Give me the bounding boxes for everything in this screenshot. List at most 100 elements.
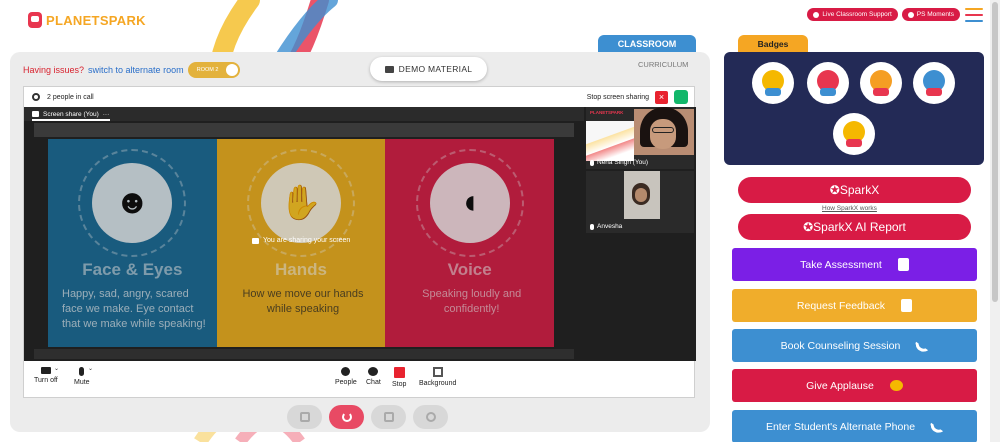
sharing-notice-text: You are sharing your screen bbox=[263, 237, 351, 244]
background-icon bbox=[432, 367, 443, 377]
participant-label: Anvesha bbox=[590, 223, 622, 230]
switch-room-link[interactable]: switch to alternate room bbox=[88, 65, 184, 75]
turn-off-label: Turn off bbox=[34, 377, 58, 384]
alternate-room-notice: Having issues? switch to alternate room … bbox=[23, 62, 240, 78]
request-feedback-button[interactable]: Request Feedback bbox=[732, 289, 977, 322]
screen-share-label: Screen share (You) bbox=[43, 110, 99, 118]
chat-button[interactable]: Chat bbox=[366, 367, 381, 386]
sparkx-icon: ✪ bbox=[803, 220, 814, 234]
participant-face bbox=[635, 188, 647, 202]
palette-icon bbox=[425, 412, 436, 422]
people-button[interactable]: People bbox=[335, 367, 357, 386]
background-logo: PLANETSPARK bbox=[590, 110, 624, 115]
phone-icon bbox=[915, 338, 930, 353]
phone-icon bbox=[930, 419, 944, 434]
tab-curriculum[interactable]: CURRICULUM bbox=[638, 60, 688, 69]
ps-moments-button[interactable]: PS Moments bbox=[901, 8, 960, 21]
live-support-button[interactable]: Live Classroom Support bbox=[807, 8, 898, 21]
planetspark-logo[interactable]: PLANETSPARK bbox=[28, 12, 146, 28]
scrollbar-thumb[interactable] bbox=[992, 2, 998, 302]
sharing-notice: You are sharing your screen bbox=[252, 237, 350, 244]
power-icon bbox=[341, 412, 352, 422]
take-assessment-button[interactable]: Take Assessment bbox=[732, 248, 977, 281]
alternate-phone-button[interactable]: Enter Student's Alternate Phone bbox=[732, 410, 977, 442]
screen-button[interactable] bbox=[371, 405, 406, 429]
book-counseling-button[interactable]: Book Counseling Session bbox=[732, 329, 977, 362]
video-area: Screen share (You) ··· ☻ Face & Eyes Hap… bbox=[24, 107, 696, 361]
toggle-knob bbox=[225, 64, 238, 76]
mute-button[interactable]: Mute ⌄ bbox=[74, 365, 93, 386]
alternate-phone-label: Enter Student's Alternate Phone bbox=[765, 420, 916, 433]
participant-label: Neha Singh (You) bbox=[590, 159, 648, 166]
page-scrollbar[interactable] bbox=[990, 0, 1000, 442]
background-button[interactable]: Background bbox=[419, 367, 456, 387]
request-feedback-label: Request Feedback bbox=[796, 299, 886, 312]
how-sparkx-works-link[interactable]: How SparkX works bbox=[822, 205, 877, 212]
camera-icon bbox=[40, 367, 51, 374]
people-icon bbox=[341, 367, 351, 376]
shared-window-statusbar bbox=[34, 349, 574, 359]
stop-share-button[interactable]: Stop bbox=[392, 367, 406, 388]
room-toggle[interactable]: ROOM 2 bbox=[187, 62, 240, 78]
mic-icon bbox=[590, 223, 594, 230]
badge-base bbox=[926, 88, 942, 96]
chevron-down-icon[interactable]: ⌄ bbox=[54, 365, 59, 372]
stop-sharing-close-button[interactable]: × bbox=[655, 90, 668, 104]
chat-label: Chat bbox=[366, 379, 381, 386]
call-top-bar: 2 people in call Stop screen sharing × bbox=[24, 87, 694, 107]
badge-base bbox=[820, 88, 836, 96]
demo-material-button[interactable]: DEMO MATERIAL bbox=[370, 57, 487, 81]
more-options-icon[interactable]: ··· bbox=[103, 111, 110, 118]
give-applause-button[interactable]: Give Applause bbox=[732, 369, 977, 402]
badges-panel bbox=[724, 52, 984, 165]
issue-text: Having issues? bbox=[23, 65, 85, 75]
microphone-icon bbox=[79, 367, 85, 376]
chat-icon bbox=[368, 367, 379, 376]
badge-base bbox=[846, 139, 862, 147]
clap-icon bbox=[889, 380, 903, 391]
settings-gear-icon[interactable] bbox=[32, 93, 40, 101]
screen-share-icon bbox=[32, 111, 39, 117]
mic-icon bbox=[590, 159, 594, 166]
sparkx-report-button[interactable]: ✪SparkX AI Report bbox=[738, 214, 971, 240]
hand-raise-icon[interactable] bbox=[674, 90, 688, 104]
participant-name: Anvesha bbox=[597, 223, 623, 230]
header-actions: Live Classroom Support PS Moments bbox=[807, 8, 960, 21]
people-count: 2 people in call bbox=[47, 93, 94, 101]
screen-share-tab[interactable]: Screen share (You) ··· bbox=[24, 107, 584, 121]
end-class-button[interactable] bbox=[329, 405, 364, 429]
live-support-label: Live Classroom Support bbox=[822, 11, 892, 18]
hamburger-menu-icon[interactable] bbox=[965, 8, 983, 22]
smart-glasses-badge-icon[interactable] bbox=[833, 113, 875, 155]
participant-name: Neha Singh (You) bbox=[597, 159, 649, 166]
camera-toggle-button[interactable]: Turn off ⌄ bbox=[34, 365, 59, 384]
clipboard-icon bbox=[897, 258, 909, 271]
stop-share-area: Stop screen sharing × bbox=[587, 90, 688, 104]
logo-icon bbox=[28, 12, 42, 28]
sparkx-report-label: SparkX AI Report bbox=[813, 220, 906, 234]
virtual-background bbox=[586, 121, 634, 161]
call-controls: Turn off ⌄ Mute ⌄ People Chat Stop Backg… bbox=[24, 363, 694, 399]
fullscreen-button[interactable] bbox=[287, 405, 322, 429]
logo-planet: PLANET bbox=[46, 12, 100, 28]
sparkx-icon: ✪ bbox=[829, 183, 840, 197]
active-tab-underline bbox=[32, 119, 110, 121]
monitor-icon bbox=[383, 412, 394, 422]
document-icon bbox=[901, 299, 913, 312]
stop-sharing-label: Stop screen sharing bbox=[586, 93, 649, 101]
trophy-badge-icon[interactable] bbox=[752, 62, 794, 104]
badge-base bbox=[873, 88, 889, 96]
raised-hands-badge-icon[interactable] bbox=[807, 62, 849, 104]
folder-icon bbox=[384, 65, 394, 73]
badge-base bbox=[765, 88, 781, 96]
speaker-badge-icon[interactable] bbox=[913, 62, 955, 104]
meditation-badge-icon[interactable] bbox=[860, 62, 902, 104]
participant-tile[interactable]: PLANETSPARK Neha Singh (You) bbox=[586, 107, 694, 169]
participant-glasses bbox=[652, 127, 674, 133]
sparkx-button[interactable]: ✪SparkX bbox=[738, 177, 971, 203]
chevron-down-icon[interactable]: ⌄ bbox=[88, 365, 93, 372]
participant-tile[interactable]: Anvesha bbox=[586, 171, 694, 233]
palette-button[interactable] bbox=[413, 405, 448, 429]
room-toggle-label: ROOM 2 bbox=[196, 67, 219, 73]
sparkx-label: SparkX bbox=[839, 183, 880, 197]
